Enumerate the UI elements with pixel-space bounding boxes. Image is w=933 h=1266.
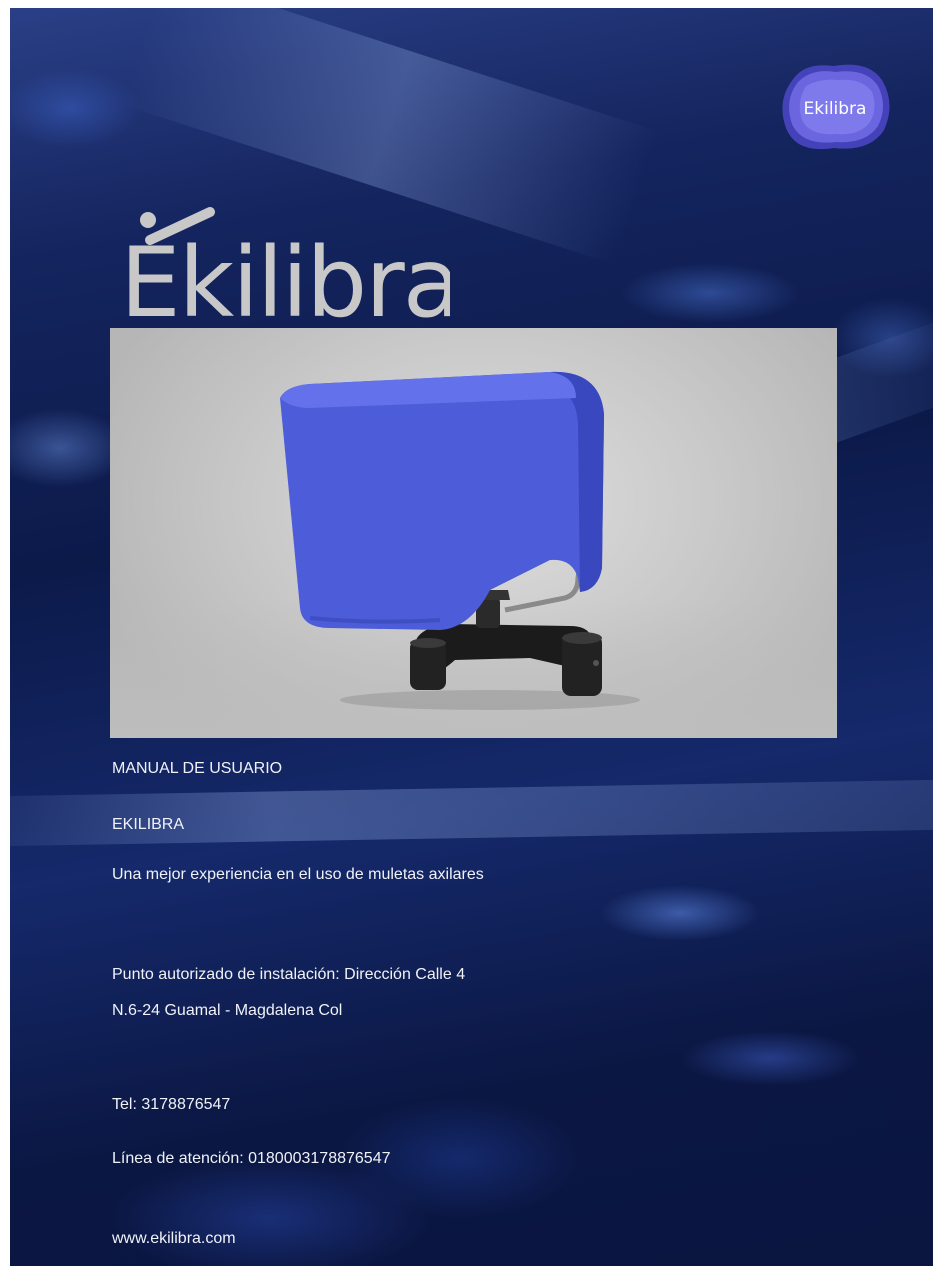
hotline-number: Línea de atención: 0180003178876547 [112, 1150, 391, 1167]
product-photo [110, 328, 837, 738]
phone-number: Tel: 3178876547 [112, 1096, 231, 1113]
product-name: EKILIBRA [112, 816, 185, 833]
wordmark-text: Ekilibra [120, 227, 450, 336]
website-link[interactable]: www.ekilibra.com [112, 1230, 236, 1248]
tagline: Una mejor experiencia en el uso de mulet… [112, 866, 484, 883]
manual-title: MANUAL DE USUARIO [112, 760, 283, 777]
background-light-band [10, 779, 933, 847]
address-line-2: N.6-24 Guamal - Magdalena Col [112, 1002, 343, 1019]
manual-cover-page: Ekilibra Ekilibra MANUAL DE USUARIO EKIL… [10, 8, 933, 1266]
address-line-1: Punto autorizado de instalación: Direcci… [112, 966, 466, 983]
badge-text: Ekilibra [804, 99, 867, 119]
ekilibra-badge-logo: Ekilibra [782, 64, 890, 150]
crutch-pad-illustration [280, 371, 640, 710]
ekilibra-wordmark: Ekilibra [120, 207, 450, 336]
